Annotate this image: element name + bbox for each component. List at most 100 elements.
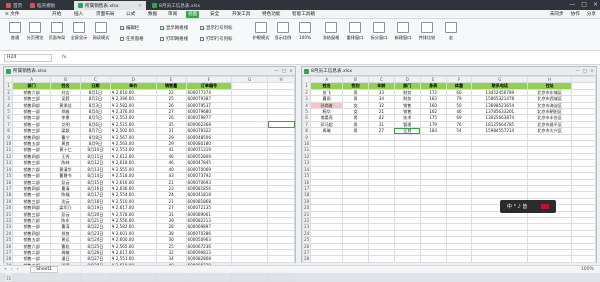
split-window-button[interactable]: 拆分窗口 <box>366 22 392 48</box>
status-right: 100% <box>581 266 594 273</box>
gridlines-checkbox[interactable]: 显示网格线 <box>160 25 188 31</box>
sheet-icon <box>152 3 157 8</box>
next-sheet-icon[interactable]: › <box>17 266 19 273</box>
new-window-button[interactable]: 新建窗口 <box>390 22 416 48</box>
menu-data[interactable]: 数据 <box>146 11 159 18</box>
print-gridlines-checkbox[interactable]: 打印网格线 <box>160 36 188 42</box>
right-window-controls: — □ × <box>575 69 594 74</box>
table-cell[interactable] <box>342 255 369 263</box>
minimize-icon[interactable]: — <box>569 1 575 9</box>
reading-mode-button[interactable]: 阅读模式 <box>88 22 114 48</box>
menu-developer[interactable]: 开发工具 <box>230 11 252 18</box>
fx-icon[interactable]: fx <box>62 54 66 62</box>
table-cell[interactable] <box>155 274 187 282</box>
task-pane-checkbox[interactable]: 任务窗格 <box>120 36 144 42</box>
flag-icon <box>541 204 550 209</box>
menu-formulas[interactable]: 公式 <box>124 11 137 18</box>
zoom-100-icon <box>299 22 311 33</box>
maximize-icon[interactable]: □ <box>282 69 286 74</box>
table-cell[interactable] <box>571 255 596 263</box>
sheet-icon <box>304 68 309 74</box>
collaborate-button[interactable]: 协作 <box>571 11 580 18</box>
headings-checkbox[interactable]: 显示行号列标 <box>200 25 232 31</box>
menu-features[interactable]: 特色功能 <box>260 11 282 18</box>
print-headings-checkbox[interactable]: 打印行号列标 <box>200 36 232 42</box>
close-tab-icon[interactable]: × <box>138 3 142 9</box>
close-icon[interactable]: × <box>593 1 598 9</box>
freeze-icon <box>325 22 337 33</box>
table-cell[interactable] <box>471 255 529 263</box>
ime-toolbar-widget[interactable]: 中 ° ♪ 皆 <box>500 200 556 213</box>
home-icon <box>6 3 11 8</box>
table-cell[interactable] <box>109 274 157 282</box>
side-by-side-button[interactable]: 并排比较 <box>414 22 440 48</box>
table-cell[interactable] <box>231 274 269 282</box>
zoom-level[interactable]: 100% <box>581 266 594 273</box>
sheet-tab[interactable]: Sheet1 <box>30 266 59 273</box>
close-icon[interactable]: × <box>289 69 293 74</box>
menu-file[interactable]: ≡ 文件 <box>3 11 22 18</box>
menu-page-layout[interactable]: 页面布局 <box>94 11 116 18</box>
tab-sales-sheet[interactable]: 所属销售表.xlsx × <box>74 1 146 10</box>
arrange-icon <box>349 22 361 33</box>
menu-view[interactable]: 视图 <box>186 11 200 18</box>
ribbon-toolbar: 普通 分页预览 页面布局 全屏显示 阅读模式 编辑栏 显示网格线 显示行号列标 … <box>0 19 600 51</box>
new-window-icon <box>397 22 409 33</box>
tab-home[interactable]: 首页 <box>2 1 24 10</box>
maximize-icon[interactable]: □ <box>581 1 587 9</box>
name-box[interactable]: H24 <box>4 54 52 62</box>
formula-bar-checkbox[interactable]: 编辑栏 <box>120 25 139 31</box>
menu-home[interactable]: 开始 <box>50 11 63 18</box>
table-cell[interactable] <box>185 274 233 282</box>
prev-sheet-icon[interactable]: ‹ <box>11 266 13 273</box>
workspace: 所属销售表.xlsx — □ × ABCDEFGH 1 部门 姓名 日期 单价 销售量 订单… <box>0 65 600 282</box>
table-cell[interactable] <box>79 274 111 282</box>
status-bar: « ‹ › Sheet1 100% <box>0 265 600 273</box>
formula-bar: H24 fx <box>0 51 600 65</box>
menu-security[interactable]: 安全 <box>208 11 221 18</box>
minimize-icon[interactable]: — <box>575 69 580 74</box>
right-window-titlebar: 8月员工信息表.xlsx — □ × <box>302 67 596 76</box>
share-button[interactable]: 分享 <box>587 11 596 18</box>
first-sheet-icon[interactable]: « <box>4 266 7 273</box>
left-window-titlebar: 所属销售表.xlsx — □ × <box>4 67 295 76</box>
title-tab-bar: 首页 稻壳模板 所属销售表.xlsx × 8月员工信息表.xlsx — □ × <box>0 0 600 10</box>
tab-employee-sheet[interactable]: 8月员工信息表.xlsx <box>148 1 222 10</box>
table-cell[interactable] <box>310 255 344 263</box>
window-controls: — □ × <box>569 1 598 9</box>
sync-status[interactable]: 未同步 <box>550 11 564 18</box>
freeze-panes-button[interactable]: 冻结窗格 <box>318 22 344 48</box>
table-cell[interactable] <box>50 274 81 282</box>
table-cell[interactable] <box>393 255 421 263</box>
normal-view-icon <box>9 22 21 33</box>
maximize-icon[interactable]: □ <box>583 69 587 74</box>
menu-right-group: 未同步 协作 分享 <box>550 11 596 18</box>
table-row: 28 <box>301 255 596 263</box>
left-grid: ABCDEFGH 1 部门 姓名 日期 单价 销售量 订单编号 2 销售六部 刘吉 8月1日 ¥ 2,… <box>3 75 295 282</box>
sheet-icon <box>6 68 11 74</box>
row-header[interactable]: 31 <box>3 274 14 282</box>
sheet-nav: « ‹ › <box>4 266 19 273</box>
right-sheet-window: 8月员工信息表.xlsx — □ × ABCDEFGH 1 姓名 性别 年龄 部门 身高体… <box>301 66 597 263</box>
menu-insert[interactable]: 插入 <box>72 11 85 18</box>
minimize-icon[interactable]: — <box>274 69 279 74</box>
table-cell[interactable] <box>527 255 573 263</box>
zoom-100-button[interactable]: 100% <box>292 22 318 48</box>
split-icon <box>373 22 385 33</box>
table-cell[interactable] <box>367 255 395 263</box>
table-cell[interactable] <box>12 274 52 282</box>
table-cell[interactable] <box>419 255 447 263</box>
page-layout-icon <box>51 22 63 33</box>
row-header[interactable]: 28 <box>301 255 312 263</box>
arrange-windows-button[interactable]: 重排窗口 <box>342 22 368 48</box>
menu-smart-tools[interactable]: 智能工具箱 <box>290 11 317 18</box>
side-by-side-icon <box>421 22 433 33</box>
close-icon[interactable]: × <box>590 69 594 74</box>
table-cell[interactable] <box>445 255 473 263</box>
reading-mode-icon <box>95 22 107 33</box>
table-cell[interactable] <box>267 274 295 282</box>
sheet-icon <box>78 3 83 8</box>
menu-review[interactable]: 审阅 <box>166 11 179 18</box>
tab-docer[interactable]: 稻壳模板 <box>26 1 72 10</box>
macro-button[interactable]: 宏 <box>438 22 464 48</box>
